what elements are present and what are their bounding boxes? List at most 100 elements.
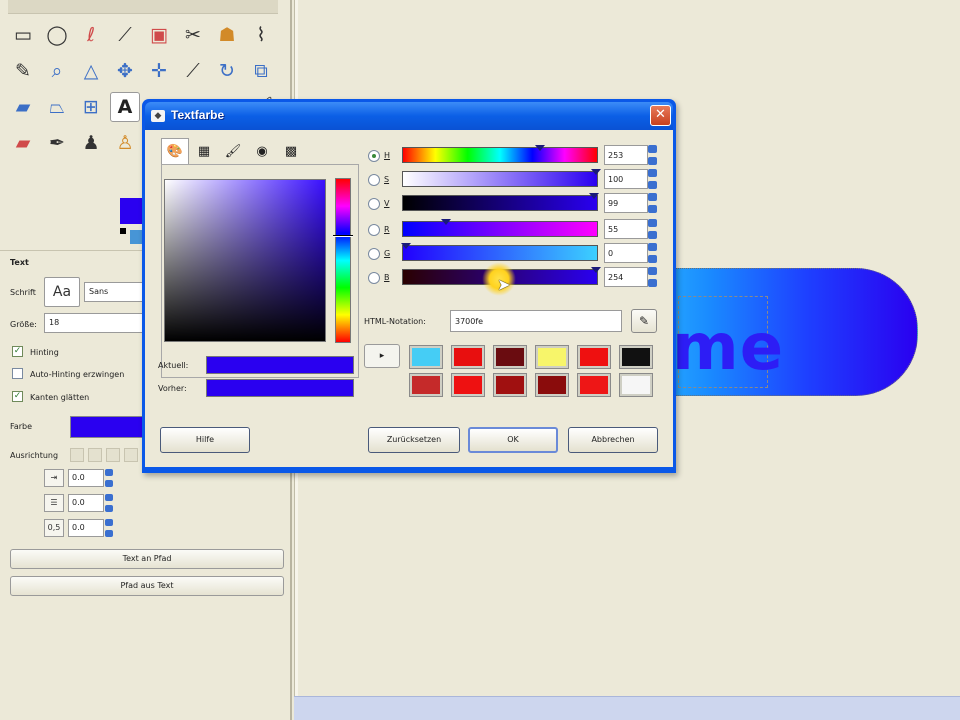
- text-along-path-button[interactable]: Text an Pfad: [10, 549, 284, 569]
- palette-icon[interactable]: ▩: [277, 138, 305, 164]
- saturation-slider[interactable]: [402, 169, 601, 187]
- channel-radio-s[interactable]: [368, 174, 380, 186]
- watercolor-icon[interactable]: 🖌: [219, 138, 247, 164]
- green-value-input[interactable]: 0: [604, 243, 648, 263]
- color-select-icon[interactable]: ▣: [144, 20, 174, 50]
- ellipse-select-icon[interactable]: ◯: [42, 20, 72, 50]
- history-swatch[interactable]: [409, 345, 443, 369]
- history-swatch[interactable]: [619, 345, 653, 369]
- channel-radio-r[interactable]: [368, 224, 380, 236]
- cmyk-icon[interactable]: ▦: [190, 138, 218, 164]
- history-swatch[interactable]: [451, 345, 485, 369]
- justify-fill-button[interactable]: [124, 448, 138, 462]
- green-slider[interactable]: [401, 243, 598, 261]
- paths-icon[interactable]: ⌇: [246, 20, 276, 50]
- help-button[interactable]: Hilfe: [160, 427, 250, 453]
- history-swatch[interactable]: [535, 345, 569, 369]
- hue-slider[interactable]: [402, 145, 598, 163]
- channel-radio-v[interactable]: [368, 198, 380, 210]
- hue-marker[interactable]: [333, 235, 353, 237]
- color-picker-button[interactable]: ✎: [631, 309, 657, 333]
- history-add-button[interactable]: ▸: [364, 344, 400, 368]
- hue-spinner[interactable]: [648, 145, 658, 165]
- scissors-icon[interactable]: ✂: [178, 20, 208, 50]
- red-slider[interactable]: [402, 219, 598, 237]
- scale-icon[interactable]: ⧉: [246, 56, 276, 86]
- default-colors-icon[interactable]: [120, 228, 126, 234]
- rotate-icon[interactable]: ↻: [212, 56, 242, 86]
- saturation-value-input[interactable]: 100: [604, 169, 648, 189]
- color-selector-tabs: 🎨 ▦ 🖌 ◉ ▩: [161, 138, 305, 164]
- foreground-select-icon[interactable]: ☗: [212, 20, 242, 50]
- history-swatch[interactable]: [577, 345, 611, 369]
- close-button[interactable]: ✕: [650, 105, 671, 126]
- airbrush-icon[interactable]: ✒: [42, 128, 72, 158]
- justify-center-button[interactable]: [106, 448, 120, 462]
- path-from-text-button[interactable]: Pfad aus Text: [10, 576, 284, 596]
- hue-strip[interactable]: [335, 178, 351, 343]
- antialias-checkbox[interactable]: ✓: [12, 391, 23, 402]
- saturation-spinner[interactable]: [648, 169, 658, 189]
- text-color-button[interactable]: [70, 416, 150, 438]
- channel-radio-h[interactable]: [368, 150, 380, 162]
- hue-value-input[interactable]: 253: [604, 145, 648, 165]
- history-swatch[interactable]: [535, 373, 569, 397]
- rect-select-icon[interactable]: ▭: [8, 20, 38, 50]
- canvas-text-layer[interactable]: me: [672, 298, 784, 398]
- move-icon[interactable]: ✥: [110, 56, 140, 86]
- history-swatch[interactable]: [619, 373, 653, 397]
- line-spacing-input[interactable]: 0.0: [68, 494, 104, 512]
- ok-button[interactable]: OK: [468, 427, 558, 453]
- line-spacing-spinner[interactable]: [104, 494, 114, 512]
- saturation-value-picker[interactable]: [164, 179, 326, 342]
- fuzzy-select-icon[interactable]: ⟋: [110, 20, 140, 50]
- red-value-input[interactable]: 55: [604, 219, 648, 239]
- flip-icon[interactable]: ⊞: [76, 92, 106, 122]
- ink-icon[interactable]: ♟: [76, 128, 106, 158]
- color-wheel-icon[interactable]: ◉: [248, 138, 276, 164]
- justify-left-button[interactable]: [70, 448, 84, 462]
- history-swatch[interactable]: [451, 373, 485, 397]
- dialog-title-bar[interactable]: ◆ Textfarbe ✕: [145, 102, 673, 130]
- measure-icon[interactable]: △: [76, 56, 106, 86]
- html-notation-input[interactable]: 3700fe: [450, 310, 622, 332]
- align-icon[interactable]: ✛: [144, 56, 174, 86]
- blue-value-input[interactable]: 254: [604, 267, 648, 287]
- channel-radio-g[interactable]: [368, 248, 380, 260]
- font-picker-button[interactable]: Aa: [44, 277, 80, 307]
- history-swatch[interactable]: [577, 373, 611, 397]
- letter-spacing-spinner[interactable]: [104, 519, 114, 537]
- justify-right-button[interactable]: [88, 448, 102, 462]
- previous-color-swatch: [206, 379, 354, 397]
- channel-radio-b[interactable]: [368, 272, 380, 284]
- size-input[interactable]: 18: [44, 313, 144, 333]
- gimp-selector-icon[interactable]: 🎨: [161, 138, 189, 164]
- autohint-checkbox[interactable]: ✓: [12, 368, 23, 379]
- value-spinner[interactable]: [648, 193, 658, 213]
- cancel-button[interactable]: Abbrechen: [568, 427, 658, 453]
- zoom-icon[interactable]: ⌕: [42, 56, 72, 86]
- text-icon[interactable]: A: [110, 92, 140, 122]
- value-value-input[interactable]: 99: [604, 193, 648, 213]
- value-slider[interactable]: [402, 193, 599, 211]
- history-swatch[interactable]: [409, 373, 443, 397]
- eraser-icon[interactable]: ▰: [8, 128, 38, 158]
- history-swatch[interactable]: [493, 345, 527, 369]
- font-label: Schrift: [10, 288, 36, 297]
- font-input[interactable]: Sans: [84, 282, 144, 302]
- clone-icon[interactable]: ♙: [110, 128, 140, 158]
- reset-button[interactable]: Zurücksetzen: [368, 427, 460, 453]
- letter-spacing-input[interactable]: 0.0: [68, 519, 104, 537]
- color-picker-icon[interactable]: ✎: [8, 56, 38, 86]
- green-spinner[interactable]: [648, 243, 658, 263]
- shear-icon[interactable]: ▰: [8, 92, 38, 122]
- perspective-icon[interactable]: ⏢: [42, 92, 72, 122]
- history-swatch[interactable]: [493, 373, 527, 397]
- indent-spinner[interactable]: [104, 469, 114, 487]
- red-spinner[interactable]: [648, 219, 658, 239]
- indent-input[interactable]: 0.0: [68, 469, 104, 487]
- blue-spinner[interactable]: [648, 267, 658, 287]
- hinting-checkbox[interactable]: ✓: [12, 346, 23, 357]
- crop-icon[interactable]: ⟋: [178, 56, 208, 86]
- lasso-icon[interactable]: ℓ: [76, 20, 106, 50]
